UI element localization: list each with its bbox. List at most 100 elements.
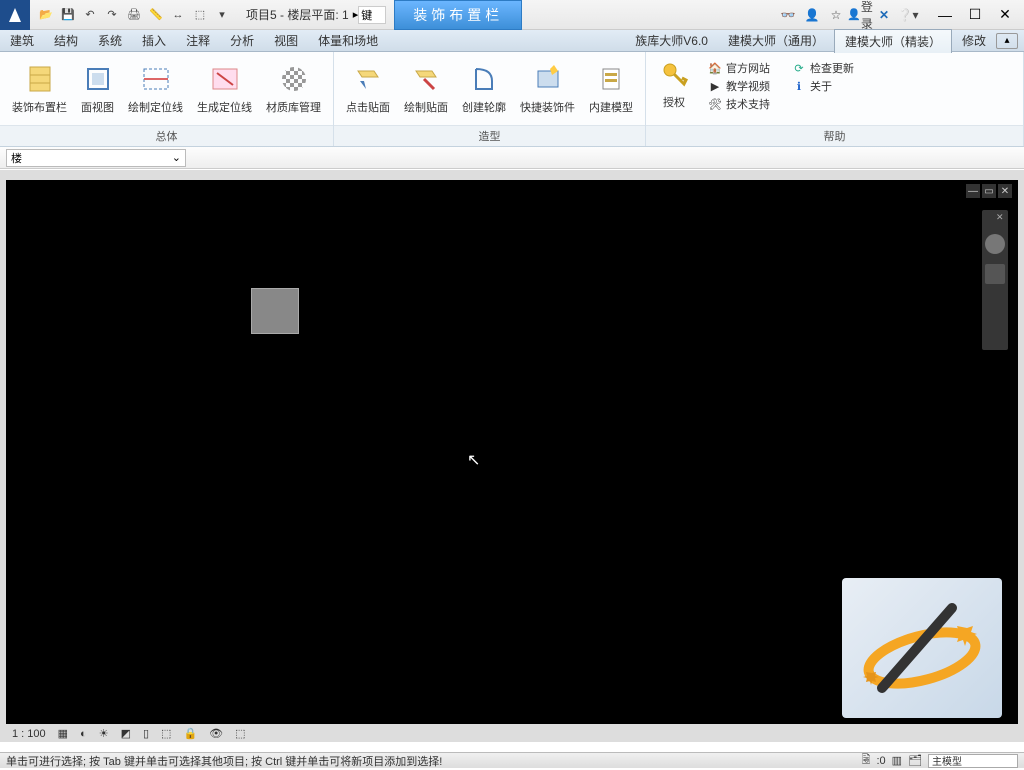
tab-insert[interactable]: 插入	[132, 29, 176, 52]
tab-family[interactable]: 族库大师V6.0	[625, 29, 718, 52]
workset-label: 主模型	[932, 753, 962, 768]
tab-structure[interactable]: 结构	[44, 29, 88, 52]
user-icon[interactable]: 👤	[802, 5, 822, 25]
crop-show-icon[interactable]: ⬚	[157, 727, 175, 740]
binoculars-icon[interactable]: 👓	[778, 5, 798, 25]
btn-authorize[interactable]: 授权	[654, 56, 694, 112]
selection-count: :0	[876, 755, 885, 767]
tab-massing[interactable]: 体量和场地	[308, 29, 388, 52]
video-icon: ▶	[708, 79, 722, 93]
tab-systems[interactable]: 系统	[88, 29, 132, 52]
quick-icon	[532, 63, 564, 95]
sun-path-icon[interactable]: ☀	[95, 727, 113, 740]
link-video[interactable]: ▶教学视频	[708, 78, 770, 94]
steering-wheel-icon[interactable]	[985, 234, 1005, 254]
login-button[interactable]: 👤 登录	[850, 5, 870, 25]
view-control-bar: 1 : 100 ▦ ◐ ☀ ◩ ▯ ⬚ 🔒 👁 ⬚	[8, 727, 250, 740]
search-input[interactable]	[358, 6, 386, 24]
type-selector[interactable]: 楼 ⌄	[6, 149, 186, 167]
navigation-bar[interactable]: ✕	[982, 210, 1008, 350]
btn-label: 材质库管理	[266, 99, 321, 115]
exchange-icon[interactable]: ✕	[874, 5, 894, 25]
minimize-button[interactable]: —	[930, 3, 960, 27]
qat-dropdown-icon[interactable]: ▾	[212, 5, 232, 25]
link-support[interactable]: 🛠技术支持	[708, 96, 770, 112]
print-icon[interactable]: 🖨	[124, 5, 144, 25]
app-icon[interactable]	[0, 0, 30, 30]
tab-view[interactable]: 视图	[264, 29, 308, 52]
temp-hide-icon[interactable]: 👁	[205, 727, 227, 740]
btn-draw-face[interactable]: 绘制贴面	[400, 61, 452, 117]
visual-style-icon[interactable]: ◐	[76, 728, 91, 740]
save-icon[interactable]: 💾	[58, 5, 78, 25]
workset-icon[interactable]: 🗂	[908, 754, 922, 767]
undo-icon[interactable]: ↶	[80, 5, 100, 25]
pan-icon[interactable]	[985, 264, 1005, 284]
tab-model-fine[interactable]: 建模大师（精装）	[834, 29, 952, 53]
ribbon-collapse-icon[interactable]: ▴	[996, 33, 1018, 49]
filter-icon[interactable]: ▥	[892, 754, 902, 767]
drawing-canvas[interactable]: — ▭ ✕ ✕ ↖	[6, 180, 1018, 724]
status-hint: 单击可进行选择; 按 Tab 键并单击可选择其他项目; 按 Ctrl 键并单击可…	[6, 753, 442, 769]
btn-material-lib[interactable]: 材质库管理	[262, 61, 325, 117]
selected-element[interactable]	[251, 288, 299, 334]
redo-icon[interactable]: ↷	[102, 5, 122, 25]
tab-architecture[interactable]: 建筑	[0, 29, 44, 52]
btn-label: 绘制贴面	[404, 99, 448, 115]
btn-label: 点击贴面	[346, 99, 390, 115]
nav-close-icon[interactable]: ✕	[996, 212, 1006, 222]
tab-modify[interactable]: 修改	[952, 29, 996, 52]
group-label-help: 帮助	[646, 125, 1023, 146]
clickface-icon	[352, 63, 384, 95]
btn-decor-panel[interactable]: 装饰布置栏	[8, 61, 71, 117]
crop-icon[interactable]: ▯	[139, 727, 153, 740]
tab-annotate[interactable]: 注释	[176, 29, 220, 52]
status-bar: 单击可进行选择; 按 Tab 键并单击可选择其他项目; 按 Ctrl 键并单击可…	[0, 752, 1024, 768]
link-update[interactable]: ⟳ 检查更新	[792, 60, 854, 76]
workset-selector[interactable]: 主模型	[928, 754, 1018, 768]
status-icon-1[interactable]: 🗟	[862, 751, 871, 770]
dimension-icon[interactable]: ↔	[168, 5, 188, 25]
link-label: 检查更新	[810, 60, 854, 76]
btn-label: 装饰布置栏	[12, 99, 67, 115]
btn-quick-decor[interactable]: 快捷装饰件	[516, 61, 579, 117]
measure-icon[interactable]: 📏	[146, 5, 166, 25]
support-icon: 🛠	[708, 97, 722, 111]
link-website[interactable]: 🏠官方网站	[708, 60, 770, 76]
btn-gen-locline[interactable]: 生成定位线	[193, 61, 256, 117]
maximize-button[interactable]: ☐	[960, 3, 990, 27]
btn-label: 绘制定位线	[128, 99, 183, 115]
scale-button[interactable]: 1 : 100	[8, 728, 50, 740]
document-title: 项目5 - 楼层平面: 1	[246, 6, 349, 23]
view-max-icon[interactable]: ▭	[982, 184, 996, 198]
material-icon	[278, 63, 310, 95]
tab-analyze[interactable]: 分析	[220, 29, 264, 52]
help-links-1: 🏠官方网站 ▶教学视频 🛠技术支持	[700, 56, 778, 116]
btn-click-face[interactable]: 点击贴面	[342, 61, 394, 117]
btn-create-profile[interactable]: 创建轮廓	[458, 61, 510, 117]
close-button[interactable]: ✕	[990, 3, 1020, 27]
btn-draw-locline[interactable]: 绘制定位线	[124, 61, 187, 117]
tab-model-general[interactable]: 建模大师（通用）	[718, 29, 834, 52]
view-input-wrap: ▸	[353, 6, 387, 24]
link-label: 官方网站	[726, 60, 770, 76]
model-icon	[595, 63, 627, 95]
detail-level-icon[interactable]: ▦	[54, 727, 72, 740]
lock-icon[interactable]: 🔒	[179, 727, 201, 740]
star-icon[interactable]: ☆	[826, 5, 846, 25]
help-icon[interactable]: ❔▾	[898, 5, 918, 25]
chevron-down-icon: ⌄	[172, 151, 181, 164]
panel-icon	[24, 63, 56, 95]
refresh-icon: ⟳	[792, 61, 806, 75]
view-min-icon[interactable]: —	[966, 184, 980, 198]
sync-icon[interactable]: ⬚	[190, 5, 210, 25]
btn-label: 面视图	[81, 99, 114, 115]
open-icon[interactable]: 📂	[36, 5, 56, 25]
link-about[interactable]: ℹ关于	[792, 78, 854, 94]
btn-label: 授权	[663, 94, 685, 110]
shadows-icon[interactable]: ◩	[117, 727, 135, 740]
reveal-icon[interactable]: ⬚	[231, 727, 249, 740]
btn-face-view[interactable]: 面视图	[77, 61, 118, 117]
btn-inplace-model[interactable]: 内建模型	[585, 61, 637, 117]
view-close-icon[interactable]: ✕	[998, 184, 1012, 198]
